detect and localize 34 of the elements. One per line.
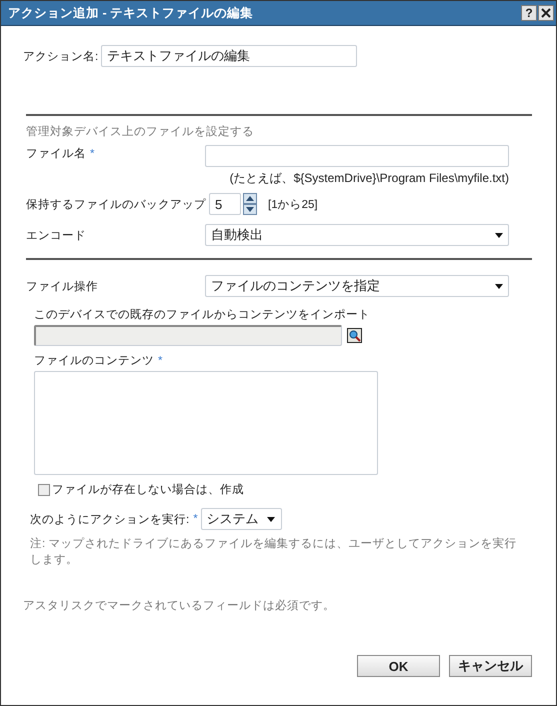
backups-range: [1から25]	[268, 198, 318, 212]
contents-label: ファイルのコンテンツ	[34, 354, 154, 368]
dropdown-caret-icon	[266, 516, 275, 522]
search-icon[interactable]	[347, 328, 362, 343]
run-as-label: 次のようにアクションを実行:	[30, 512, 190, 526]
spinner-arrows-icon[interactable]	[243, 193, 257, 215]
window-title: アクション追加 - テキストファイルの編集	[8, 4, 254, 22]
action-name-field[interactable]: テキストファイルの編集	[101, 45, 358, 67]
required-mark: *	[158, 354, 162, 366]
file-name-field[interactable]	[205, 145, 509, 167]
checkbox[interactable]	[38, 484, 50, 496]
dropdown-caret-icon	[495, 232, 503, 238]
dialog-button[interactable]: キャンセル	[449, 655, 532, 677]
import-label: このデバイスでの既存のファイルからコンテンツをインポート	[34, 308, 371, 322]
required-mark: *	[193, 513, 198, 525]
close-button[interactable]	[538, 5, 554, 21]
encoding-label: エンコード	[26, 228, 87, 242]
section-title: 管理対象デバイス上のファイルを設定する	[26, 124, 255, 139]
required-fields-note: アスタリスクでマークされているフィールドは必須です。	[23, 598, 336, 613]
file-name-label: ファイル名	[26, 146, 86, 161]
backups-field[interactable]: 5	[209, 193, 241, 215]
required-mark: *	[90, 148, 94, 160]
action-name-label: アクション名:	[23, 50, 98, 64]
create-if-missing-label: ファイルが存在しない場合は、作成	[52, 482, 244, 497]
file-name-example: (たとえば、${SystemDrive}\Program Files\myfile.txt)	[228, 170, 509, 187]
run-as-dropdown[interactable]: システム	[200, 508, 282, 530]
backups-label: 保持するファイルのバックアップ	[26, 197, 205, 212]
note-text: 注: マップされたドライブにあるファイルを編集するには、ユーザとしてアクションを実行します。	[30, 536, 518, 568]
dialog-button[interactable]: OK	[357, 655, 440, 677]
file-operation-label: ファイル操作	[26, 280, 99, 294]
file-operation-dropdown[interactable]: ファイルのコンテンツを指定	[205, 275, 509, 297]
encoding-dropdown[interactable]: 自動検出	[205, 224, 509, 246]
dropdown-caret-icon	[495, 284, 503, 288]
help-button[interactable]: ?	[521, 5, 537, 21]
